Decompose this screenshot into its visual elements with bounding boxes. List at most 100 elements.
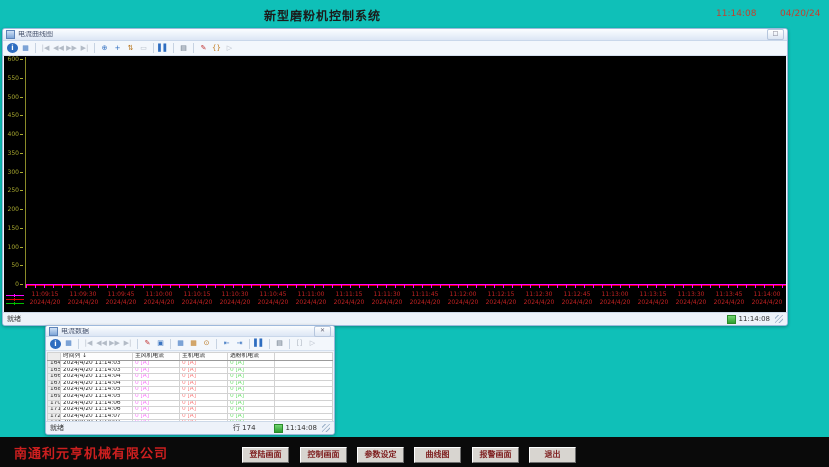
normalize-icon[interactable]: {}: [211, 43, 222, 54]
resize-grip[interactable]: [775, 315, 783, 323]
main-current-cell: 0 [A]: [180, 367, 228, 374]
properties-icon[interactable]: ▦: [20, 43, 31, 54]
table-row[interactable]: 1712024/4/20 11:14:060 [A]0 [A]0 [A]: [48, 407, 333, 414]
y-tick-label: 250: [8, 188, 23, 194]
fan-current-header[interactable]: 主风机电流: [133, 353, 180, 361]
time-column-header[interactable]: 时间列 ↓: [61, 353, 133, 361]
company-name: 南通利元亨机械有限公司: [14, 443, 168, 462]
x-tick-label: 11:12:152024/4/20: [482, 291, 520, 307]
table-row[interactable]: 1672024/4/20 11:14:040 [A]0 [A]0 [A]: [48, 380, 333, 387]
grid2-icon[interactable]: ▦: [188, 338, 199, 349]
shift-left-icon[interactable]: ⇤: [221, 338, 232, 349]
print-icon[interactable]: ▤: [178, 43, 189, 54]
table-row[interactable]: 1722024/4/20 11:14:070 [A]0 [A]0 [A]: [48, 413, 333, 420]
table-row[interactable]: 1662024/4/20 11:14:040 [A]0 [A]0 [A]: [48, 374, 333, 381]
empty-cell: [275, 407, 333, 414]
x-tick-label: 11:13:152024/4/20: [634, 291, 672, 307]
table-row[interactable]: 1682024/4/20 11:14:050 [A]0 [A]0 [A]: [48, 387, 333, 394]
y-tick-label: 100: [8, 245, 23, 251]
empty-cell: [275, 387, 333, 394]
go-forward-icon: ▶▶: [109, 338, 120, 349]
empty-cell: [275, 380, 333, 387]
nav-button-1[interactable]: 控制画面: [300, 447, 347, 463]
y-tick-label: 200: [8, 207, 23, 213]
help-icon[interactable]: i: [7, 43, 18, 53]
x-tick-label: 11:11:152024/4/20: [330, 291, 368, 307]
zoom-icon[interactable]: ⊕: [99, 43, 110, 54]
close-button[interactable]: ✕: [314, 326, 331, 337]
row-number: 172: [48, 413, 61, 420]
go-first-icon: |◀: [40, 43, 51, 54]
maximize-button[interactable]: □: [767, 29, 784, 40]
go-forward-icon: ▶▶: [66, 43, 77, 54]
row-counter: 行 174: [233, 423, 256, 433]
nav-button-3[interactable]: 曲线图: [414, 447, 461, 463]
help-icon[interactable]: i: [50, 339, 61, 349]
nav-button-4[interactable]: 报警画面: [472, 447, 519, 463]
copy-icon[interactable]: ▣: [155, 338, 166, 349]
shift-right-icon[interactable]: ⇥: [234, 338, 245, 349]
nav-button-5[interactable]: 退出: [529, 447, 576, 463]
empty-cell: [275, 374, 333, 381]
clock-date: 04/20/24: [780, 9, 820, 19]
main-current-cell: 0 [A]: [180, 374, 228, 381]
table-row[interactable]: 1692024/4/20 11:14:050 [A]0 [A]0 [A]: [48, 393, 333, 400]
resize-grip[interactable]: [322, 424, 330, 432]
main-current-cell: 0 [A]: [180, 361, 228, 368]
legend-swatch-0: [6, 295, 24, 296]
table-row[interactable]: 1652024/4/20 11:14:030 [A]0 [A]0 [A]: [48, 367, 333, 374]
selector-current-cell: 0 [A]: [228, 393, 275, 400]
x-tick-label: 11:10:302024/4/20: [216, 291, 254, 307]
selector-current-cell: 0 [A]: [228, 407, 275, 414]
print-icon[interactable]: ▤: [274, 338, 285, 349]
empty-cell: [275, 367, 333, 374]
scale-icon[interactable]: ⇅: [125, 43, 136, 54]
x-tick-label: 11:11:302024/4/20: [368, 291, 406, 307]
x-tick-label: 11:10:152024/4/20: [178, 291, 216, 307]
grid-icon[interactable]: ▦: [175, 338, 186, 349]
table-row[interactable]: 1642024/4/20 11:14:030 [A]0 [A]0 [A]: [48, 361, 333, 368]
edit-icon[interactable]: ✎: [142, 338, 153, 349]
current-data-table: 时间列 ↓ 主风机电流 主机电流 选粉机电流 1642024/4/20 11:1…: [47, 352, 333, 422]
trend-window-title: 电流曲线图: [18, 31, 767, 38]
legend-swatch-2: [6, 303, 24, 304]
colors-icon[interactable]: ✎: [198, 43, 209, 54]
table-row[interactable]: 1702024/4/20 11:14:060 [A]0 [A]0 [A]: [48, 400, 333, 407]
fan-current-cell: 0 [A]: [133, 367, 180, 374]
row-number: 169: [48, 393, 61, 400]
nav-button-2[interactable]: 参数设定: [357, 447, 404, 463]
properties-icon[interactable]: ▦: [63, 338, 74, 349]
main-current-header[interactable]: 主机电流: [180, 353, 228, 361]
empty-cell: [275, 393, 333, 400]
row-number: 170: [48, 400, 61, 407]
pan-icon[interactable]: +: [112, 43, 123, 54]
data-grid: 时间列 ↓ 主风机电流 主机电流 选粉机电流 1642024/4/20 11:1…: [47, 352, 333, 422]
go-back-icon: ◀◀: [96, 338, 107, 349]
nav-button-0[interactable]: 登陆画面: [242, 447, 289, 463]
row-number: 171: [48, 407, 61, 414]
selector-current-header[interactable]: 选粉机电流: [228, 353, 275, 361]
y-tick-label: 50: [11, 263, 23, 269]
y-tick-label: 600: [8, 57, 23, 63]
fan-current-cell: 0 [A]: [133, 393, 180, 400]
time-cell: 2024/4/20 11:14:07: [61, 413, 133, 420]
fan-current-cell: 0 [A]: [133, 400, 180, 407]
plot-area: [26, 56, 786, 288]
window-icon: [49, 327, 58, 336]
toolbar-separator: [94, 43, 95, 53]
series-legend: [6, 292, 24, 307]
trend-statusbar: 就绪 11:14:08: [3, 312, 787, 325]
status-text: 就绪: [7, 314, 21, 324]
time-cell: 2024/4/20 11:14:03: [61, 361, 133, 368]
x-tick-label: 11:12:452024/4/20: [558, 291, 596, 307]
page-title: 新型磨粉机控制系统: [264, 7, 381, 24]
screen: 新型磨粉机控制系统 11:14:08 04/20/24 电流曲线图 □ i▦|◀…: [0, 0, 829, 467]
pause-icon[interactable]: ▌▌: [158, 43, 169, 54]
main-current-cell: 0 [A]: [180, 387, 228, 394]
pause-icon[interactable]: ▌▌: [254, 338, 265, 349]
empty-cell: [275, 413, 333, 420]
time-cell: 2024/4/20 11:14:06: [61, 407, 133, 414]
toolbar-separator: [35, 43, 36, 53]
clock-icon[interactable]: ⊙: [201, 338, 212, 349]
go-back-icon: ◀◀: [53, 43, 64, 54]
